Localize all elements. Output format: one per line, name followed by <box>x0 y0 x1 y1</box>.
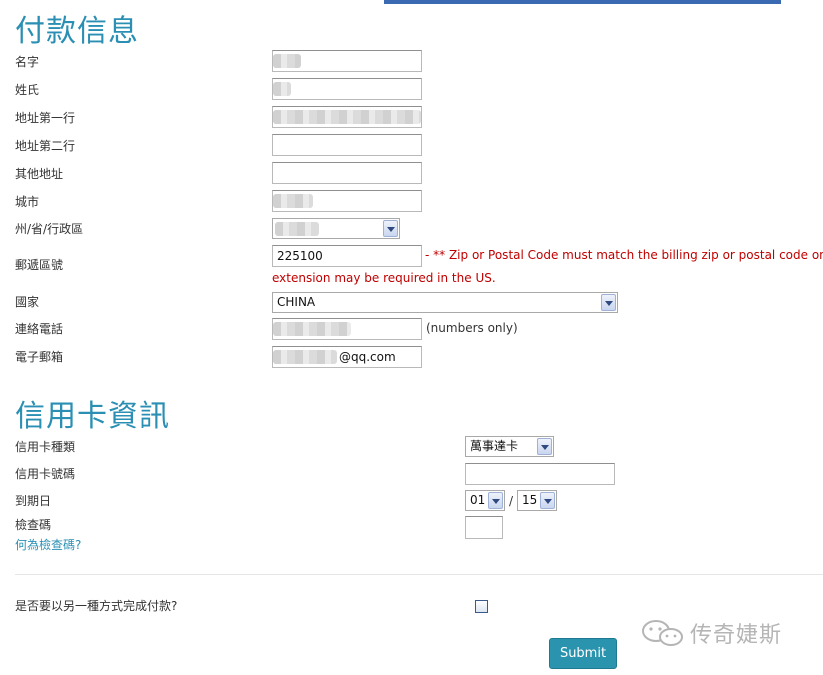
card-section-title: 信用卡資訊 <box>15 399 170 434</box>
redacted-blur <box>275 222 319 236</box>
other-address-label: 其他地址 <box>15 167 64 181</box>
card-type-select-value: 萬事達卡 <box>470 439 519 453</box>
wechat-icon <box>642 620 683 646</box>
state-select[interactable] <box>272 218 400 239</box>
expiry-month-select[interactable]: 01 <box>465 490 505 511</box>
chevron-down-icon[interactable] <box>537 438 552 455</box>
city-label: 城市 <box>15 195 40 209</box>
email-input[interactable]: @qq.com <box>272 346 422 368</box>
watermark: 传奇婕斯 <box>640 617 782 649</box>
postal-code-note-continued: extension may be required in the US. <box>272 271 496 285</box>
first-name-input[interactable] <box>272 50 422 72</box>
card-type-label: 信用卡種類 <box>15 440 76 454</box>
postal-code-input[interactable]: 225100 <box>272 245 422 267</box>
address-line1-label: 地址第一行 <box>15 111 76 125</box>
email-label: 電子郵箱 <box>15 350 64 364</box>
payment-section-title: 付款信息 <box>15 14 139 49</box>
other-address-input[interactable] <box>272 162 422 184</box>
cvv-input[interactable] <box>465 516 503 539</box>
alt-payment-checkbox[interactable] <box>475 600 488 613</box>
first-name-label: 名字 <box>15 55 40 69</box>
redacted-blur <box>273 194 313 208</box>
postal-code-label: 郵遞區號 <box>15 258 64 272</box>
expiry-month-value: 01 <box>470 493 486 507</box>
top-accent-bar <box>384 0 781 4</box>
alt-payment-label: 是否要以另一種方式完成付款? <box>15 599 178 613</box>
email-visible-part: @qq.com <box>339 350 396 364</box>
city-input[interactable] <box>272 190 422 212</box>
redacted-blur <box>273 110 421 124</box>
card-type-select[interactable]: 萬事達卡 <box>465 436 554 457</box>
redacted-blur <box>273 54 301 68</box>
expiry-label: 到期日 <box>15 494 52 508</box>
cvv-label: 檢查碼 <box>15 518 52 532</box>
expiry-year-select[interactable]: 15 <box>517 490 557 511</box>
last-name-input[interactable] <box>272 78 422 100</box>
section-divider <box>15 574 823 575</box>
last-name-label: 姓氏 <box>15 83 40 97</box>
phone-input[interactable] <box>272 318 422 340</box>
chevron-down-icon[interactable] <box>383 220 398 237</box>
address-line1-input[interactable] <box>272 106 422 128</box>
redacted-blur <box>273 322 351 336</box>
redacted-blur <box>273 350 337 364</box>
chevron-down-icon[interactable] <box>540 492 555 509</box>
watermark-text: 传奇婕斯 <box>690 623 783 648</box>
chevron-down-icon[interactable] <box>601 294 616 311</box>
country-select[interactable]: CHINA <box>272 292 618 313</box>
postal-code-note: - ** Zip or Postal Code must match the b… <box>425 248 823 262</box>
country-label: 國家 <box>15 295 40 309</box>
state-label: 州/省/行政區 <box>15 222 84 236</box>
address-line2-input[interactable] <box>272 134 422 156</box>
submit-button[interactable]: Submit <box>549 638 617 669</box>
country-select-value: CHINA <box>277 295 316 309</box>
expiry-year-value: 15 <box>522 493 538 507</box>
cvv-help-link[interactable]: 何為檢查碼? <box>15 536 81 553</box>
phone-label: 連絡電話 <box>15 322 64 336</box>
card-number-input[interactable] <box>465 463 615 485</box>
address-line2-label: 地址第二行 <box>15 139 76 153</box>
chevron-down-icon[interactable] <box>488 492 503 509</box>
expiry-separator: / <box>509 494 514 508</box>
card-number-label: 信用卡號碼 <box>15 467 76 481</box>
phone-hint: (numbers only) <box>426 321 518 335</box>
redacted-blur <box>273 82 291 96</box>
